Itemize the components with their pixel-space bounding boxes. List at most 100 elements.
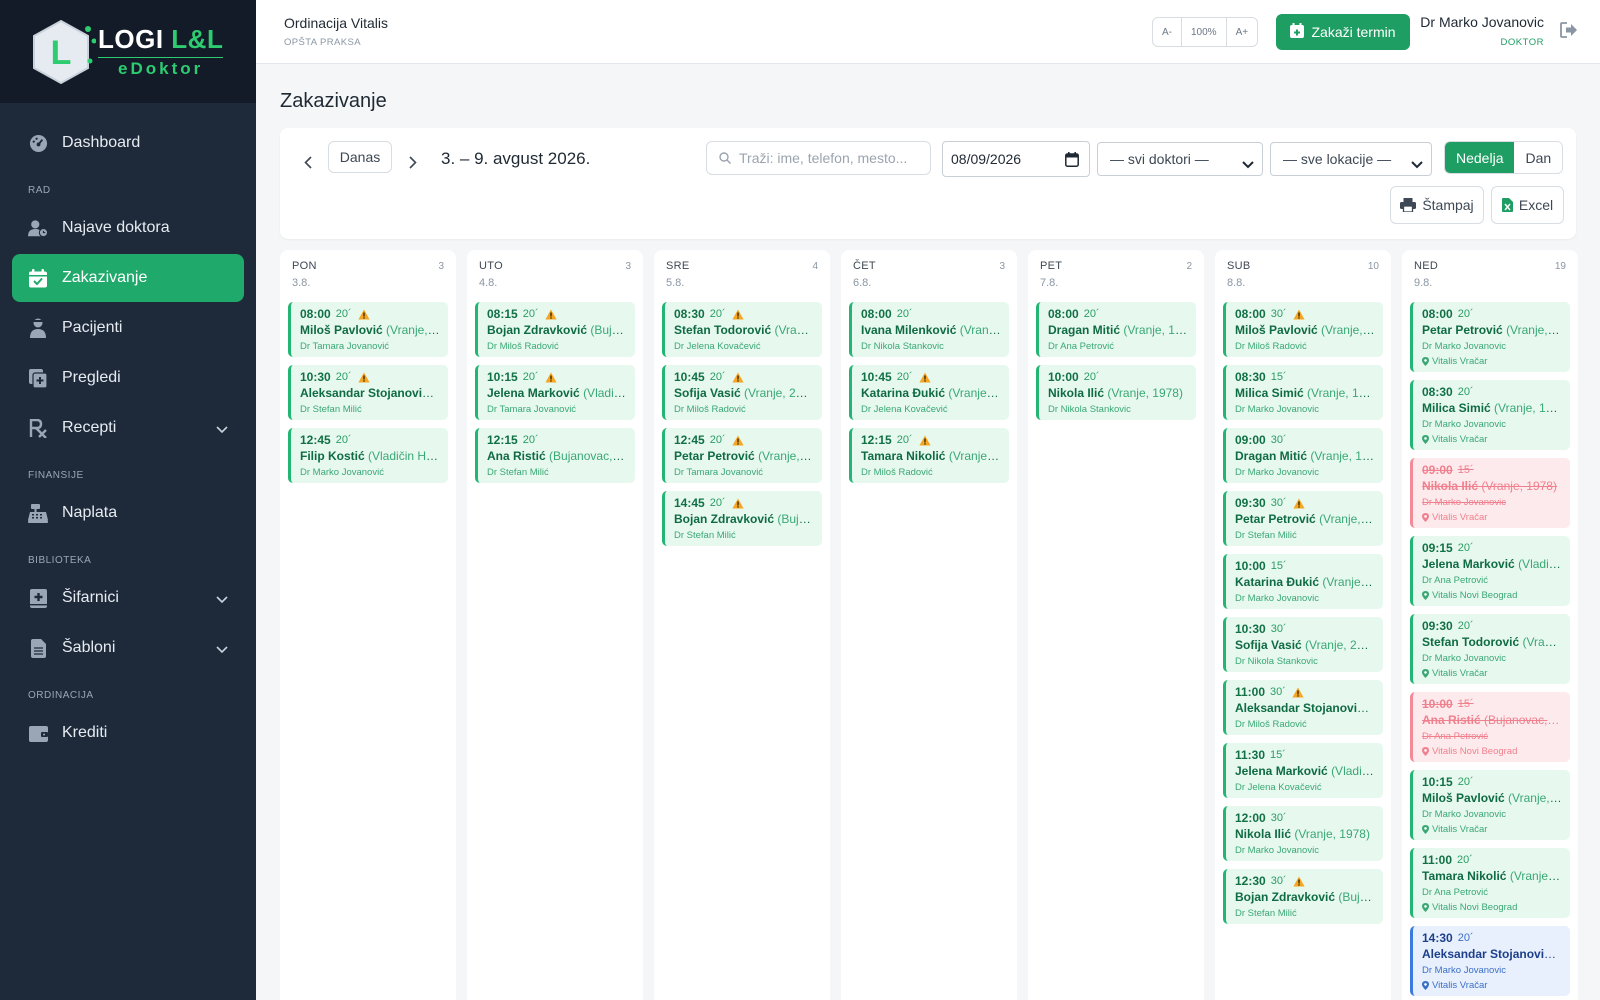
location-select[interactable]: — sve lokacije —: [1270, 142, 1432, 176]
appointment-list: 08:0020´Petar Petrović (Vranje, 1975)Dr …: [1402, 302, 1578, 996]
appointment-time: 10:45: [861, 370, 892, 384]
day-name: PET: [1040, 260, 1063, 272]
appointment-card[interactable]: 09:15 20´ Jelena Marković (Vladičin Han, 1…: [1410, 536, 1570, 606]
organization-info: Ordinacija Vitalis OPŠTA PRAKSA: [284, 15, 388, 48]
patient-line: Katarina Đukić (Vranje, 1989): [1235, 575, 1375, 589]
schedule-appointment-button[interactable]: Zakaži termin: [1276, 14, 1410, 50]
appointment-card[interactable]: 08:00 30´ Miloš Pavlović (Vranje, 1985) Dr …: [1223, 302, 1383, 357]
chevron-down-icon: [1242, 156, 1254, 172]
next-week-button[interactable]: [403, 152, 423, 172]
appointment-card[interactable]: 09:00 30´ Dragan Mitić (Vranje, 1968) Dr Ma…: [1223, 428, 1383, 483]
warning-icon: [732, 435, 744, 446]
print-button[interactable]: Štampaj: [1390, 186, 1484, 224]
patient-name: Nikola Ilić: [1422, 479, 1479, 493]
patient-details: (Vladičin Han, 1992): [1331, 764, 1375, 778]
appointment-duration: 20´: [522, 434, 539, 446]
appointment-card[interactable]: 08:30 20´ Milica Simić (Vranje, 1996) Dr Ma…: [1410, 380, 1570, 450]
sidebar-item-krediti[interactable]: Krediti: [12, 709, 244, 757]
search-input[interactable]: Traži: ime, telefon, mesto...: [706, 141, 931, 175]
day-column[interactable]: PON 3.8. 3 08:00 20´ Miloš Pavlović (Vranje, …: [280, 250, 456, 1000]
logo[interactable]: L LOGI L&L eDoktor: [0, 0, 256, 103]
calendar-icon[interactable]: [1065, 152, 1079, 167]
user-clock-icon: [28, 218, 48, 238]
appointment-card[interactable]: 08:15 20´ Bojan Zdravković (Bujanovac, 198…: [475, 302, 635, 357]
patient-name: Bojan Zdravković: [487, 323, 588, 337]
appointment-card[interactable]: 10:45 20´ Sofija Vasić (Vranje, 2001) Dr Mi…: [662, 365, 822, 420]
view-day-button[interactable]: Dan: [1514, 142, 1563, 173]
appointment-card[interactable]: 10:00 20´ Nikola Ilić (Vranje, 1978) Dr Nik…: [1036, 365, 1196, 420]
view-week-button[interactable]: Nedelja: [1445, 142, 1515, 173]
warning-icon: [732, 372, 744, 383]
day-column[interactable]: SRE 5.8. 4 08:30 20´ Stefan Todorović (Vranje…: [654, 250, 830, 1000]
doctor-select[interactable]: — svi doktori —: [1097, 142, 1263, 176]
day-column[interactable]: UTO 4.8. 3 08:15 20´ Bojan Zdravković (Bujano…: [467, 250, 643, 1000]
day-header: SRE 5.8. 4: [654, 250, 830, 302]
sidebar-item-najave[interactable]: Najave doktora: [12, 204, 244, 252]
appointment-card[interactable]: 12:1520´Ana Ristić (Bujanovac, 1979)Dr S…: [475, 428, 635, 483]
appointment-doctor: Dr Marko Jovanovic: [1422, 341, 1506, 352]
appointment-card[interactable]: 10:30 30´ Sofija Vasić (Vranje, 2001) Dr Ni…: [1223, 617, 1383, 672]
sidebar-item-recepti[interactable]: Recepti: [12, 404, 244, 452]
top-bar: Ordinacija Vitalis OPŠTA PRAKSA A- 100% …: [256, 0, 1600, 64]
day-column[interactable]: ČET 6.8. 3 08:00 20´ Ivana Milenković (Vranje…: [841, 250, 1017, 1000]
patient-details: (Vranje, 1987): [774, 323, 814, 337]
zoom-increase-button[interactable]: A+: [1227, 18, 1258, 46]
book-medical-icon: [28, 588, 48, 608]
print-label: Štampaj: [1422, 197, 1474, 213]
appointment-card[interactable]: 12:45 20´ Filip Kostić (Vladičin Han, 1988…: [288, 428, 448, 483]
clipboard-medical-icon: [28, 368, 48, 388]
appointment-card[interactable]: 08:00 20´ Ivana Milenković (Vranje, 1994) D…: [849, 302, 1009, 357]
appointment-list: 08:15 20´ Bojan Zdravković (Bujanovac, 198…: [467, 302, 643, 483]
appointment-card[interactable]: 12:45 20´ Petar Petrović (Vranje, 1975) Dr …: [662, 428, 822, 483]
sidebar-item-zakazivanje[interactable]: Zakazivanje: [12, 254, 244, 302]
appointment-card[interactable]: 08:00 20´ Miloš Pavlović (Vranje, 1985) Dr …: [288, 302, 448, 357]
appointment-card[interactable]: 14:45 20´ Bojan Zdravković (Bujanovac, 198…: [662, 491, 822, 546]
appointment-card[interactable]: 08:30 15´ Milica Simić (Vranje, 1996) Dr Ma…: [1223, 365, 1383, 420]
appointment-doctor: Dr Marko Jovanović: [300, 467, 384, 478]
appointment-card[interactable]: 10:1520´Miloš Pavlović (Vranje, 1985)Dr …: [1410, 770, 1570, 840]
map-pin-icon: [1422, 513, 1429, 522]
sidebar-item-dashboard[interactable]: Dashboard: [12, 119, 244, 167]
sidebar-item-naplata[interactable]: Naplata: [12, 489, 244, 537]
day-column[interactable]: NED 9.8. 19 08:00 20´ Petar Petrović (Vranje,…: [1402, 250, 1578, 1000]
patient-name: Dragan Mitić: [1235, 449, 1308, 463]
appointment-card[interactable]: 11:00 20´ Tamara Nikolić (Vranje, 1991) Dr …: [1410, 848, 1570, 918]
zoom-decrease-button[interactable]: A-: [1153, 18, 1182, 46]
appointment-card[interactable]: 10:4520´Katarina Đukić (Vranje, 1989)Dr …: [849, 365, 1009, 420]
appointment-card[interactable]: 10:15 20´ Jelena Marković (Vladičin Han, 1…: [475, 365, 635, 420]
sidebar-item-sifarnici[interactable]: Šifarnici: [12, 574, 244, 622]
appointment-card[interactable]: 09:00 15´ Nikola Ilić (Vranje, 1978) Dr Mar…: [1410, 458, 1570, 528]
appointment-card[interactable]: 11:30 15´ Jelena Marković (Vladičin Han, 1…: [1223, 743, 1383, 798]
appointment-card[interactable]: 10:30 20´ Aleksandar Stojanović (Vranje, 1…: [288, 365, 448, 420]
appointment-duration: 30´: [1270, 623, 1287, 635]
sidebar-item-pacijenti[interactable]: Pacijenti: [12, 304, 244, 352]
appointment-card[interactable]: 09:30 30´ Petar Petrović (Vranje, 1975) Dr …: [1223, 491, 1383, 546]
warning-icon: [919, 435, 931, 446]
appointment-time: 10:00: [1422, 697, 1453, 711]
appointment-card[interactable]: 10:00 15´ Ana Ristić (Bujanovac, 1979) Dr A…: [1410, 692, 1570, 762]
previous-week-button[interactable]: [298, 152, 318, 172]
day-header: UTO 4.8. 3: [467, 250, 643, 302]
appointment-card[interactable]: 12:30 30´ Bojan Zdravković (Bujanovac, 198…: [1223, 869, 1383, 924]
day-column[interactable]: PET 7.8. 2 08:00 20´ Dragan Mitić (Vranje, 19…: [1028, 250, 1204, 1000]
today-button[interactable]: Danas: [328, 141, 392, 173]
appointment-card[interactable]: 09:30 20´ Stefan Todorović (Vranje, 1987) D…: [1410, 614, 1570, 684]
appointment-card[interactable]: 08:00 20´ Dragan Mitić (Vranje, 1968) Dr An…: [1036, 302, 1196, 357]
appointment-card[interactable]: 08:30 20´ Stefan Todorović (Vranje, 1987) D…: [662, 302, 822, 357]
patient-name: Ivana Milenković: [861, 323, 957, 337]
day-column[interactable]: SUB 8.8. 10 08:00 30´ Miloš Pavlović (Vranje,…: [1215, 250, 1391, 1000]
excel-button[interactable]: Excel: [1491, 186, 1564, 224]
appointment-card[interactable]: 10:0015´Katarina Đukić (Vranje, 1989)Dr …: [1223, 554, 1383, 609]
appointment-card[interactable]: 12:15 20´ Tamara Nikolić (Vranje, 1991) Dr …: [849, 428, 1009, 483]
sidebar-nav: Dashboard RAD Najave doktora Zakazivanje…: [0, 103, 256, 757]
appointment-card[interactable]: 08:0020´Petar Petrović (Vranje, 1975)Dr …: [1410, 302, 1570, 372]
appointment-card[interactable]: 14:30 20´ Aleksandar Stojanović (Vranje, 1…: [1410, 926, 1570, 996]
appointment-card[interactable]: 11:00 30´ Aleksandar Stojanović (Vranje, 1…: [1223, 680, 1383, 735]
patient-line: Miloš Pavlović (Vranje, 1985): [300, 323, 440, 337]
appointment-card[interactable]: 12:00 30´ Nikola Ilić (Vranje, 1978) Dr Mar…: [1223, 806, 1383, 861]
sidebar-item-sabloni[interactable]: Šabloni: [12, 624, 244, 672]
appointment-duration: 20´: [1457, 854, 1473, 866]
logout-icon[interactable]: [1560, 22, 1578, 43]
date-picker-input[interactable]: 08/09/2026: [942, 141, 1090, 177]
sidebar-item-pregledi[interactable]: Pregledi: [12, 354, 244, 402]
